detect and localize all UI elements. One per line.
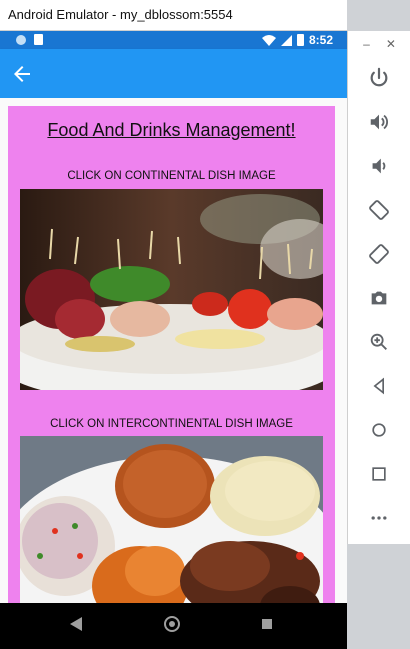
back-arrow-icon[interactable]: [10, 62, 34, 86]
page-title: Food And Drinks Management!: [47, 120, 296, 140]
nav-recents-icon[interactable]: [262, 619, 272, 629]
emulator-toolbar: – ✕: [347, 31, 410, 544]
more-icon[interactable]: [366, 505, 392, 531]
power-icon[interactable]: [366, 65, 392, 91]
continental-dish-image[interactable]: [20, 189, 323, 390]
emulator-titlebar: Android Emulator - my_dblossom:5554: [0, 0, 347, 31]
rotate-right-icon[interactable]: [366, 241, 392, 267]
android-nav-bar: [0, 603, 347, 649]
notification-icon: [16, 34, 26, 45]
app-bar: [0, 49, 347, 98]
wifi-icon: [261, 34, 276, 46]
zoom-icon[interactable]: [366, 329, 392, 355]
emulator-window: Android Emulator - my_dblossom:5554 8:52…: [0, 0, 347, 649]
menu-card: Food And Drinks Management! CLICK ON CON…: [8, 106, 335, 603]
nav-home-icon[interactable]: [164, 616, 180, 632]
back-icon[interactable]: [366, 373, 392, 399]
intercontinental-label: CLICK ON INTERCONTINENTAL DISH IMAGE: [50, 418, 293, 430]
intercontinental-dish-image[interactable]: [20, 436, 323, 603]
window-title: Android Emulator - my_dblossom:5554: [8, 7, 233, 22]
camera-icon[interactable]: [366, 285, 392, 311]
sd-card-icon: [34, 34, 43, 45]
volume-down-icon[interactable]: [366, 153, 392, 179]
close-button[interactable]: ✕: [386, 37, 396, 51]
overview-icon[interactable]: [366, 461, 392, 487]
nav-back-icon[interactable]: [70, 617, 82, 631]
volume-up-icon[interactable]: [366, 109, 392, 135]
continental-label: CLICK ON CONTINENTAL DISH IMAGE: [67, 170, 276, 182]
home-icon[interactable]: [366, 417, 392, 443]
status-time: 8:52: [308, 33, 333, 47]
app-content: Food And Drinks Management! CLICK ON CON…: [0, 98, 347, 603]
rotate-left-icon[interactable]: [366, 197, 392, 223]
android-status-bar: 8:52: [0, 31, 347, 49]
minimize-button[interactable]: –: [363, 37, 370, 51]
signal-icon: [280, 34, 292, 46]
battery-icon: [296, 34, 304, 46]
